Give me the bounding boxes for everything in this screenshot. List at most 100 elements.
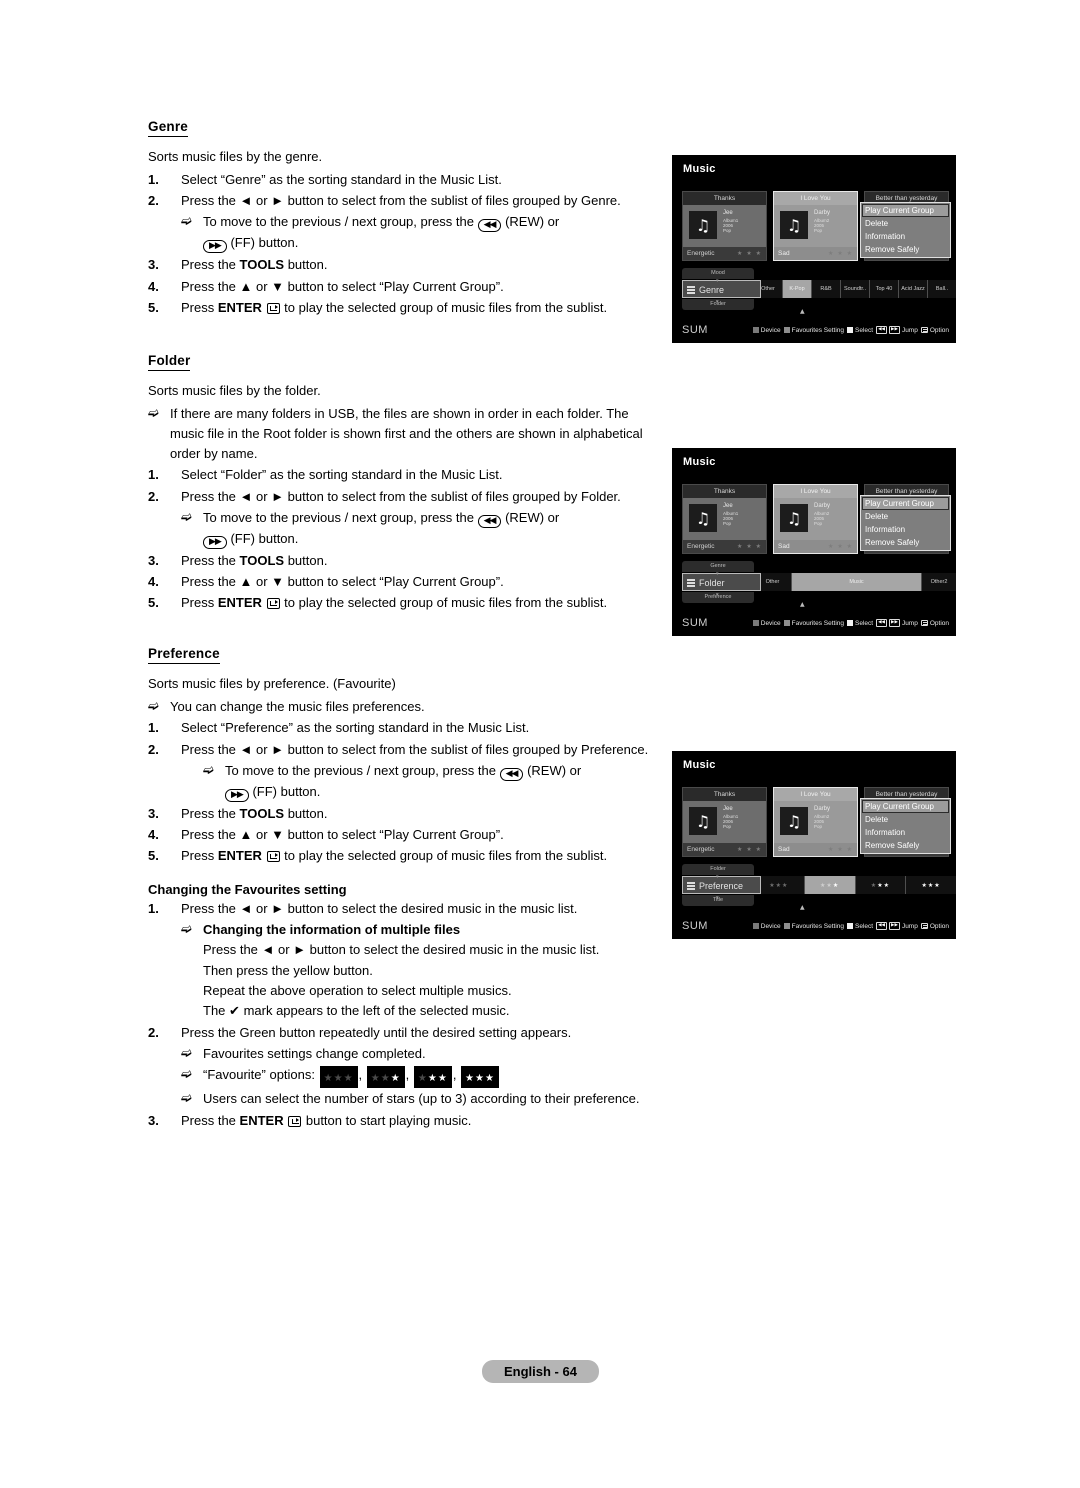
multi-files-line1: Press the ◄ or ► button to select the de… (203, 942, 600, 958)
sublist-cell[interactable]: Soundtr.. (841, 280, 870, 298)
card-genre: Pop (723, 521, 732, 527)
tools-menu-item-play-current-group[interactable]: Play Current Group (862, 497, 949, 510)
music-card[interactable]: Thanks ♫ Jee Album1 2006 Pop Energetic ★… (682, 787, 767, 857)
card-genre: Pop (723, 228, 732, 234)
card-mood: Energetic (687, 542, 715, 550)
hint-device[interactable]: Device (752, 327, 781, 334)
status-bar: SUM Device Favourites Setting Select ◀◀ ▶… (672, 612, 956, 636)
music-card-selected[interactable]: I Love You ♫ Darby Album2 2005 Pop Sad ★… (773, 787, 858, 857)
hint-option[interactable]: Option (920, 327, 949, 334)
card-stars: ★ ★ ★ (737, 542, 762, 550)
hint-option[interactable]: Option (920, 620, 949, 627)
note-multiple-files: ➫ Changing the information of multiple f… (181, 920, 658, 1022)
sublist-cell[interactable]: Ball.. (928, 280, 956, 298)
music-card-selected[interactable]: I Love You ♫ Darby Album2 2005 Pop Sad ★… (773, 484, 858, 554)
ff-icon: ▶▶ (889, 326, 900, 334)
card-title: Thanks (682, 484, 767, 498)
step-text: Press the ▲ or ▼ button to select “Play … (181, 826, 504, 842)
enter-icon (266, 850, 280, 862)
tools-menu-item-delete[interactable]: Delete (862, 813, 949, 826)
section-heading: Folder (148, 353, 191, 371)
sublist-cell-stars-2[interactable]: ★★★ (855, 876, 907, 894)
tools-menu-item-remove-safely[interactable]: Remove Safely (862, 839, 949, 852)
sort-zone: Mood Genre Folder ▾ ▾ Other K-Pop R&B So… (672, 268, 956, 312)
tools-menu-item-remove-safely[interactable]: Remove Safely (862, 243, 949, 256)
hint-option[interactable]: Option (920, 923, 949, 930)
sublist-cell[interactable]: Top 40 (870, 280, 899, 298)
bullet-marker: ➫ (148, 405, 159, 421)
hint-device[interactable]: Device (752, 923, 781, 930)
sort-selector[interactable]: Genre Folder Preference ▾ ▾ (682, 561, 761, 605)
sublist-cell-selected[interactable]: K-Pop (783, 280, 812, 298)
enter-icon (288, 1115, 302, 1127)
music-card[interactable]: Thanks ♫ Jee Album1 2006 Pop Energetic ★… (682, 191, 767, 261)
manual-page: Genre Sorts music files by the genre. 1.… (0, 0, 1080, 1488)
music-card-selected[interactable]: I Love You ♫ Darby Album2 2005 Pop Sad ★… (773, 191, 858, 261)
hint-favourites-setting[interactable]: Favourites Setting (783, 327, 844, 334)
section-lead: Sorts music files by the genre. (148, 149, 323, 164)
step-text: Select “Genre” as the sorting standard i… (181, 172, 502, 188)
sublist-row-stars: ★★★ ★★★ ★★★ ★★★ (754, 876, 956, 894)
music-note-icon: ♫ (780, 504, 808, 532)
tools-menu-item-information[interactable]: Information (862, 826, 949, 839)
tools-menu-item-delete[interactable]: Delete (862, 510, 949, 523)
card-mood: Sad (778, 845, 790, 853)
step-item: 3. Press the TOOLS button. (148, 551, 658, 571)
tools-menu-item-information[interactable]: Information (862, 230, 949, 243)
hint-select[interactable]: Select (847, 923, 873, 930)
hint-favourites-setting[interactable]: Favourites Setting (783, 620, 844, 627)
hint-device[interactable]: Device (752, 620, 781, 627)
hint-jump[interactable]: ◀◀ ▶▶ Jump (876, 326, 918, 334)
scroll-up-indicator-icon: ▲ (800, 308, 805, 315)
ff-button-icon: ▶▶ (225, 788, 249, 802)
sort-selector[interactable]: Mood Genre Folder ▾ ▾ (682, 268, 761, 312)
sublist-cell-stars-0[interactable]: ★★★ (754, 876, 805, 894)
sort-option-current[interactable]: Folder (682, 573, 761, 591)
hint-select[interactable]: Select (847, 620, 873, 627)
note-favourite-options: ➫ “Favourite” options: ★★★, ★★★, ★★★, ★★… (181, 1065, 658, 1089)
multi-files-line3: Repeat the above operation to select mul… (203, 982, 512, 998)
music-note-icon: ♫ (780, 807, 808, 835)
step-item: 1. Select “Folder” as the sorting standa… (148, 465, 658, 485)
hint-jump[interactable]: ◀◀ ▶▶ Jump (876, 619, 918, 627)
tools-menu-item-remove-safely[interactable]: Remove Safely (862, 536, 949, 549)
step-item: 4. Press the ▲ or ▼ button to select “Pl… (148, 825, 658, 845)
sublist-cell-stars-3[interactable]: ★★★ (906, 876, 956, 894)
bullet-marker: ➫ (148, 699, 159, 715)
note-text: Favourites settings change completed. (203, 1046, 426, 1062)
multi-files-line4a: The (203, 1002, 226, 1018)
sort-selector[interactable]: Folder Preference Title ▾ ▾ (682, 864, 761, 908)
tools-menu-item-delete[interactable]: Delete (862, 217, 949, 230)
ff-button-icon: ▶▶ (203, 535, 227, 549)
step-item: 1. Select “Genre” as the sorting standar… (148, 170, 658, 190)
card-stars: ★ ★ ★ (828, 845, 853, 853)
favourite-badge-3: ★★★ (461, 1066, 499, 1089)
tools-menu-item-play-current-group[interactable]: Play Current Group (862, 800, 949, 813)
section-genre: Genre Sorts music files by the genre. 1.… (148, 118, 658, 318)
sort-option-current[interactable]: Preference (682, 876, 761, 894)
sublist-cell-selected[interactable]: Music (792, 573, 922, 591)
section-lead: Sorts music files by the folder. (148, 382, 321, 398)
list-icon (687, 882, 695, 892)
note-text-mid: (REW) or (505, 214, 560, 230)
sublist-cell-stars-1-selected[interactable]: ★★★ (804, 876, 856, 894)
sublist-cell[interactable]: Acid Jazz (899, 280, 928, 298)
music-card[interactable]: Thanks ♫ Jee Album1 2006 Pop Energetic ★… (682, 484, 767, 554)
tools-menu-item-play-current-group[interactable]: Play Current Group (862, 204, 949, 217)
tools-menu-item-information[interactable]: Information (862, 523, 949, 536)
sublist-cell[interactable]: Other2 (922, 573, 956, 591)
sublist-cell[interactable]: R&B (812, 280, 841, 298)
rew-icon: ◀◀ (876, 619, 888, 627)
list-icon (687, 286, 695, 296)
sort-option-current[interactable]: Genre (682, 280, 761, 298)
music-note-icon: ♫ (780, 211, 808, 239)
sum-label: SUM (682, 617, 708, 629)
hint-favourites-setting[interactable]: Favourites Setting (783, 923, 844, 930)
hint-jump[interactable]: ◀◀ ▶▶ Jump (876, 922, 918, 930)
hint-select[interactable]: Select (847, 327, 873, 334)
caret-down-icon: ▾ (716, 592, 719, 598)
bullet-marker: ➫ (181, 922, 192, 938)
status-bar: SUM Device Favourites Setting Select ◀◀ ▶… (672, 319, 956, 343)
note-item: ➫ If there are many folders in USB, the … (148, 404, 658, 464)
step-text: Press the ▲ or ▼ button to select “Play … (181, 278, 504, 294)
